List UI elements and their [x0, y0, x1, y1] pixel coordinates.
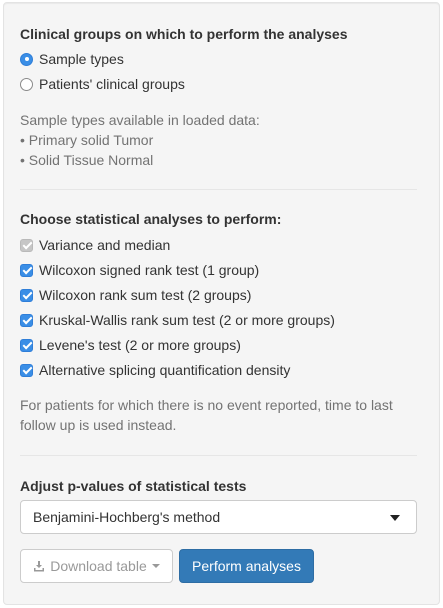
analyses-heading: Choose statistical analyses to perform:: [20, 211, 282, 227]
radio-sample-types[interactable]: Sample types: [20, 49, 124, 69]
checkbox-wilcoxon-rank-sum[interactable]: Wilcoxon rank sum test (2 groups): [20, 285, 251, 305]
checkbox-checked-icon[interactable]: [20, 288, 33, 302]
checkbox-label: Levene's test (2 or more groups): [39, 337, 241, 353]
checkbox-kruskal-wallis[interactable]: Kruskal-Wallis rank sum test (2 or more …: [20, 310, 335, 330]
radio-sample-types-label: Sample types: [39, 51, 124, 67]
checkbox-label: Wilcoxon rank sum test (2 groups): [39, 287, 252, 303]
analyses-note-line: follow up is used instead.: [20, 417, 177, 433]
checkbox-label: Alternative splicing quantification dens…: [39, 362, 291, 378]
caret-down-icon: [390, 515, 400, 521]
checkbox-label: Variance and median: [39, 237, 171, 253]
pvalue-method-value: Benjamini-Hochberg's method: [33, 509, 221, 525]
sample-type-item: • Primary solid Tumor: [20, 132, 154, 148]
dropdown-caret-icon: [151, 564, 160, 568]
analyses-note-line: For patients for which there is no event…: [20, 397, 393, 413]
checkbox-label: Wilcoxon signed rank test (1 group): [39, 262, 260, 278]
perform-analyses-button[interactable]: Perform analyses: [179, 549, 314, 583]
analyses-note: For patients for which there is no event…: [20, 395, 393, 435]
download-table-label: Download table: [50, 558, 147, 574]
radio-selected-icon[interactable]: [20, 52, 33, 66]
sample-types-info: Sample types available in loaded data: •…: [20, 110, 260, 170]
radio-patient-groups[interactable]: Patients' clinical groups: [20, 74, 185, 94]
checkbox-splicing-density[interactable]: Alternative splicing quantification dens…: [20, 360, 290, 380]
download-table-button[interactable]: Download table: [20, 549, 173, 583]
checkbox-label: Kruskal-Wallis rank sum test (2 or more …: [39, 312, 335, 328]
checkbox-checked-icon[interactable]: [20, 238, 33, 252]
sample-types-info-title: Sample types available in loaded data:: [20, 112, 260, 128]
pvalue-method-select[interactable]: Benjamini-Hochberg's method: [20, 500, 417, 534]
download-icon: [34, 561, 45, 572]
divider: [20, 189, 417, 190]
radio-patient-groups-label: Patients' clinical groups: [39, 76, 185, 92]
checkbox-checked-icon[interactable]: [20, 363, 33, 377]
checkbox-variance-median[interactable]: Variance and median: [20, 235, 170, 255]
sample-type-item: • Solid Tissue Normal: [20, 152, 154, 168]
checkbox-checked-icon[interactable]: [20, 313, 33, 327]
clinical-groups-heading: Clinical groups on which to perform the …: [20, 26, 348, 42]
checkbox-wilcoxon-signed[interactable]: Wilcoxon signed rank test (1 group): [20, 260, 259, 280]
perform-analyses-label: Perform analyses: [192, 558, 301, 574]
divider: [20, 455, 417, 456]
checkbox-checked-icon[interactable]: [20, 263, 33, 277]
checkbox-levene[interactable]: Levene's test (2 or more groups): [20, 335, 241, 355]
radio-unselected-icon[interactable]: [20, 77, 33, 91]
checkbox-checked-icon[interactable]: [20, 338, 33, 352]
pvalue-heading: Adjust p-values of statistical tests: [20, 478, 247, 494]
